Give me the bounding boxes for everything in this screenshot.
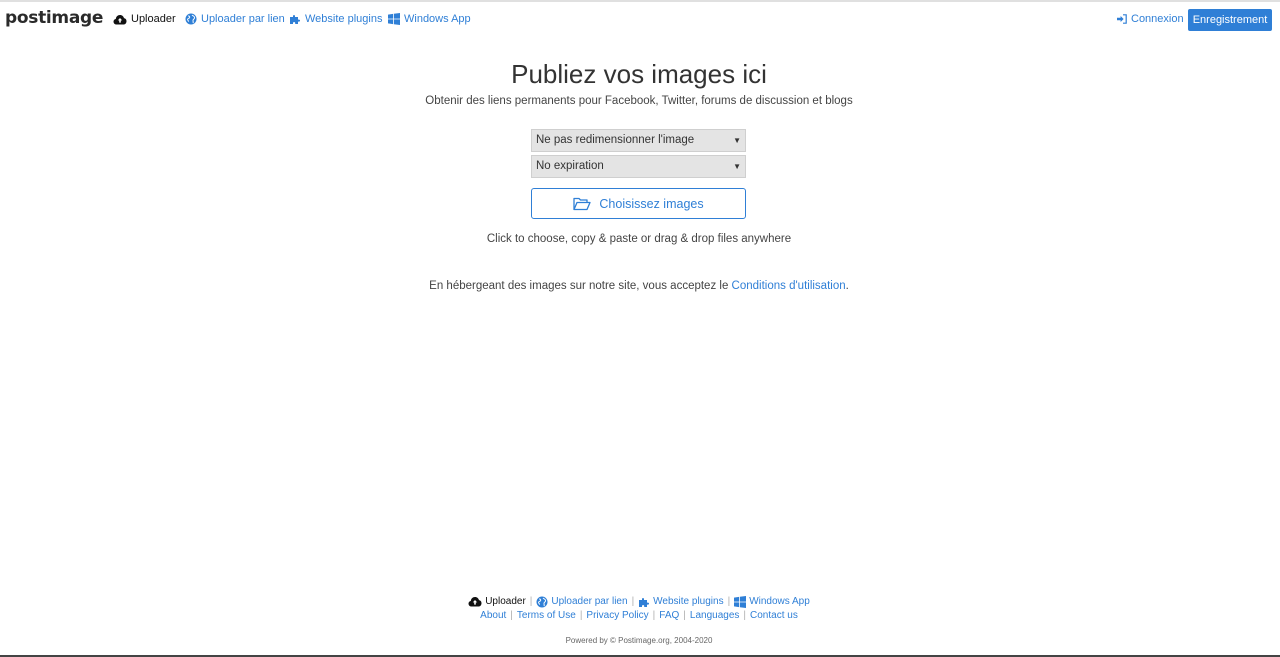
footer-windows-app[interactable]: Windows App	[734, 595, 810, 608]
footer-faq[interactable]: FAQ	[659, 609, 679, 622]
folder-open-icon	[573, 197, 592, 210]
powered-by: Powered by © Postimage.org, 2004-2020	[565, 636, 713, 645]
cloud-upload-icon	[113, 14, 127, 24]
register-button[interactable]: Enregistrement	[1188, 9, 1272, 31]
choose-images-label: Choisissez images	[599, 196, 704, 211]
expiration-select[interactable]: No expiration ▼	[531, 155, 746, 178]
puzzle-icon	[639, 597, 650, 607]
nav-uploader-link[interactable]: Uploader par lien	[185, 12, 285, 26]
logo[interactable]: postimage	[5, 9, 103, 27]
terms-link[interactable]: Conditions d'utilisation	[732, 280, 846, 292]
globe-icon	[185, 13, 197, 25]
page-subtitle: Obtenir des liens permanents pour Facebo…	[425, 95, 853, 107]
nav-uploader[interactable]: Uploader	[113, 12, 176, 26]
caret-down-icon: ▼	[733, 162, 741, 171]
login-link[interactable]: Connexion	[1117, 12, 1184, 26]
upload-hint: Click to choose, copy & paste or drag & …	[486, 233, 792, 245]
footer-uploader-link[interactable]: Uploader par lien	[536, 595, 628, 608]
footer-uploader[interactable]: Uploader	[468, 595, 526, 608]
footer-about[interactable]: About	[480, 609, 506, 622]
page-title: Publiez vos images ici	[511, 59, 767, 89]
resize-select-value: Ne pas redimensionner l'image	[536, 134, 695, 146]
nav-plugins[interactable]: Website plugins	[289, 12, 382, 26]
footer-links: About | Terms of Use | Privacy Policy | …	[480, 609, 798, 622]
caret-down-icon: ▼	[733, 136, 741, 145]
resize-select[interactable]: Ne pas redimensionner l'image ▼	[531, 129, 746, 152]
footer-nav: Uploader | Uploader par lien | Website p…	[0, 595, 1278, 608]
footer-privacy-policy[interactable]: Privacy Policy	[586, 609, 648, 622]
globe-icon	[536, 596, 548, 607]
footer-contact[interactable]: Contact us	[750, 609, 798, 622]
windows-icon	[388, 13, 400, 25]
windows-icon	[734, 595, 747, 608]
header: postimage Uploader Uploader par lien Web…	[0, 2, 1280, 36]
sign-in-icon	[1117, 14, 1127, 24]
cloud-upload-icon	[468, 597, 482, 607]
puzzle-icon	[290, 14, 301, 24]
footer-languages[interactable]: Languages	[690, 609, 740, 622]
choose-images-button[interactable]: Choisissez images	[531, 188, 746, 219]
terms-notice: En hébergeant des images sur notre site,…	[429, 280, 849, 292]
footer-terms-of-use[interactable]: Terms of Use	[517, 609, 576, 622]
nav-windows-app[interactable]: Windows App	[388, 12, 471, 26]
footer-plugins[interactable]: Website plugins	[638, 595, 724, 608]
expiration-select-value: No expiration	[536, 160, 604, 172]
